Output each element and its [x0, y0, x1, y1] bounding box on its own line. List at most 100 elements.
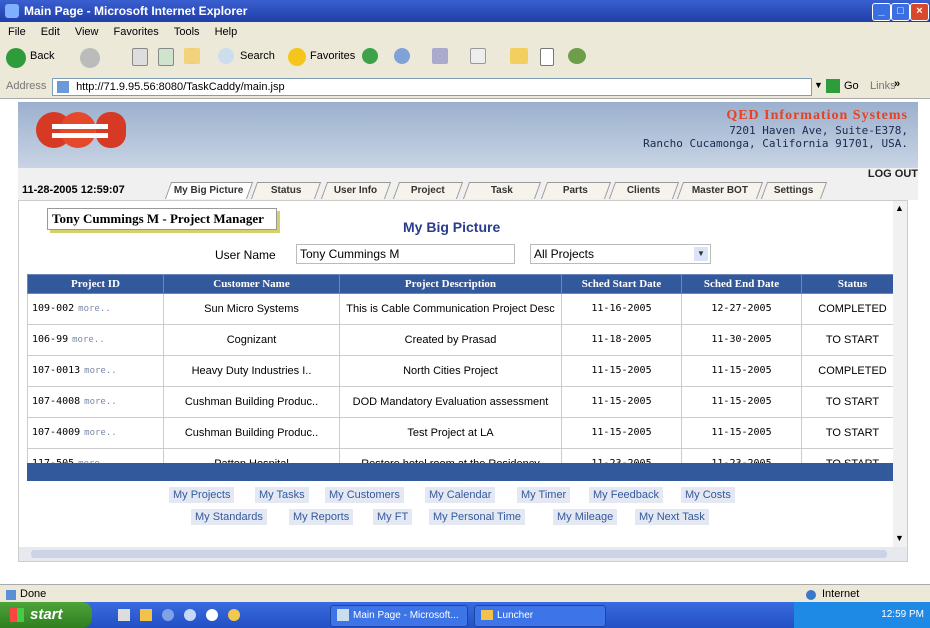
start-date: 11-15-2005 — [561, 417, 682, 449]
home-icon[interactable] — [184, 48, 200, 64]
more-link[interactable]: more.. — [72, 335, 105, 345]
address-dropdown-icon[interactable]: ▼ — [814, 80, 823, 90]
link-my-next-task[interactable]: My Next Task — [635, 509, 709, 525]
edit-icon[interactable] — [470, 48, 486, 64]
taskbar-item-luncher[interactable]: Luncher — [474, 605, 606, 627]
go-button[interactable]: Go — [844, 80, 859, 92]
link-my-reports[interactable]: My Reports — [289, 509, 354, 525]
chevron-down-icon[interactable]: ▼ — [694, 247, 708, 261]
more-link[interactable]: more.. — [84, 366, 117, 376]
address-bar: Address http://71.9.95.56:8080/TaskCaddy… — [0, 76, 930, 99]
windows-taskbar: start Main Page - Microsoft... Luncher 1… — [0, 602, 930, 628]
link-my-tasks[interactable]: My Tasks — [255, 487, 309, 503]
table-row[interactable]: 106-99 more.. Cognizant Created by Prasad… — [27, 324, 904, 356]
scroll-up-icon[interactable]: ▲ — [895, 203, 904, 213]
column-header[interactable]: Sched Start Date — [561, 274, 682, 294]
start-button[interactable]: start — [0, 602, 92, 628]
page-icon[interactable] — [540, 48, 554, 66]
project-id: 107-4009 — [32, 427, 81, 438]
menu-view[interactable]: View — [75, 26, 99, 38]
user-name-field[interactable]: Tony Cummings M — [296, 244, 515, 264]
table-row[interactable]: 107-4009 more.. Cushman Building Produc..… — [27, 417, 904, 449]
start-date: 11-15-2005 — [561, 386, 682, 418]
tab-task[interactable]: Task — [462, 182, 542, 199]
taskbar-item-ie[interactable]: Main Page - Microsoft... — [330, 605, 468, 627]
forward-arrow-icon[interactable] — [80, 48, 100, 68]
customer-name: Cushman Building Produc.. — [163, 386, 340, 418]
table-row[interactable]: 107-0013 more.. Heavy Duty Industries I..… — [27, 355, 904, 387]
scroll-thumb[interactable] — [31, 550, 887, 558]
scroll-down-icon[interactable]: ▼ — [895, 533, 904, 543]
tab-project[interactable]: Project — [392, 182, 464, 199]
back-arrow-icon[interactable] — [6, 48, 26, 68]
menu-favorites[interactable]: Favorites — [114, 26, 159, 38]
back-button[interactable]: Back — [30, 50, 54, 62]
tab-status[interactable]: Status — [250, 182, 322, 199]
start-date: 11-15-2005 — [561, 355, 682, 387]
mail-icon[interactable] — [394, 48, 410, 64]
link-my-timer[interactable]: My Timer — [517, 487, 571, 503]
address-input[interactable]: http://71.9.95.56:8080/TaskCaddy/main.js… — [52, 78, 812, 96]
minimize-button[interactable]: _ — [872, 3, 891, 21]
more-link[interactable]: more.. — [84, 428, 117, 438]
table-header-row: Project ID Customer Name Project Descrip… — [27, 274, 904, 294]
more-link[interactable]: more.. — [78, 304, 111, 314]
quicklaunch-icon[interactable] — [206, 609, 218, 621]
menu-tools[interactable]: Tools — [174, 26, 200, 38]
column-header[interactable]: Customer Name — [163, 274, 340, 294]
column-header[interactable]: Project Description — [339, 274, 562, 294]
menu-help[interactable]: Help — [215, 26, 238, 38]
nav-row: 11-28-2005 12:59:07 LOG OUT My Big Pictu… — [18, 168, 918, 200]
messenger-icon[interactable] — [568, 48, 586, 64]
tab-user-info[interactable]: User Info — [320, 182, 392, 199]
links-button[interactable]: Links — [870, 80, 896, 92]
close-button[interactable]: × — [910, 3, 929, 21]
column-header[interactable]: Sched End Date — [681, 274, 802, 294]
chevron-right-icon[interactable]: » — [894, 78, 900, 90]
project-status: COMPLETED — [801, 293, 904, 325]
search-button[interactable]: Search — [240, 50, 275, 62]
column-header[interactable]: Project ID — [27, 274, 164, 294]
search-icon[interactable] — [218, 48, 234, 64]
folder-icon[interactable] — [510, 48, 528, 64]
project-filter-select[interactable]: All Projects ▼ — [530, 244, 711, 264]
link-my-projects[interactable]: My Projects — [169, 487, 235, 503]
quicklaunch-icon[interactable] — [228, 609, 240, 621]
horizontal-scrollbar[interactable] — [19, 547, 907, 561]
link-my-standards[interactable]: My Standards — [191, 509, 267, 525]
quicklaunch-icon[interactable] — [118, 609, 130, 621]
more-link[interactable]: more.. — [84, 397, 117, 407]
logout-link[interactable]: LOG OUT — [868, 168, 918, 180]
print-icon[interactable] — [432, 48, 448, 64]
tab-clients[interactable]: Clients — [608, 182, 680, 199]
ie-icon — [337, 609, 349, 622]
tab-master-bot[interactable]: Master BOT — [676, 182, 764, 199]
quicklaunch-icon[interactable] — [140, 609, 152, 621]
link-my-personal-time[interactable]: My Personal Time — [429, 509, 526, 525]
link-my-mileage[interactable]: My Mileage — [553, 509, 618, 525]
link-my-ft[interactable]: My FT — [373, 509, 413, 525]
quicklaunch-icon[interactable] — [162, 609, 174, 621]
favorites-star-icon[interactable] — [288, 48, 306, 66]
link-my-customers[interactable]: My Customers — [325, 487, 404, 503]
link-my-calendar[interactable]: My Calendar — [425, 487, 496, 503]
tab-parts[interactable]: Parts — [540, 182, 612, 199]
refresh-icon[interactable] — [158, 48, 174, 66]
link-my-costs[interactable]: My Costs — [681, 487, 735, 503]
quicklaunch-icon[interactable] — [184, 609, 196, 621]
project-description: DOD Mandatory Evaluation assessment — [339, 386, 562, 418]
tab-my-big-picture[interactable]: My Big Picture — [164, 182, 254, 199]
link-my-feedback[interactable]: My Feedback — [589, 487, 664, 503]
menu-file[interactable]: File — [8, 26, 26, 38]
stop-icon[interactable] — [132, 48, 148, 66]
vertical-scrollbar[interactable]: ▲ ▼ — [893, 201, 907, 561]
favorites-button[interactable]: Favorites — [310, 50, 355, 62]
table-row[interactable]: 107-4008 more.. Cushman Building Produc..… — [27, 386, 904, 418]
tab-settings[interactable]: Settings — [760, 182, 828, 199]
table-row[interactable]: 109-002 more.. Sun Micro Systems This is … — [27, 293, 904, 325]
go-arrow-icon[interactable] — [826, 79, 840, 93]
column-header[interactable]: Status — [801, 274, 904, 294]
menu-edit[interactable]: Edit — [41, 26, 60, 38]
media-icon[interactable] — [362, 48, 378, 64]
maximize-button[interactable]: □ — [891, 3, 910, 21]
